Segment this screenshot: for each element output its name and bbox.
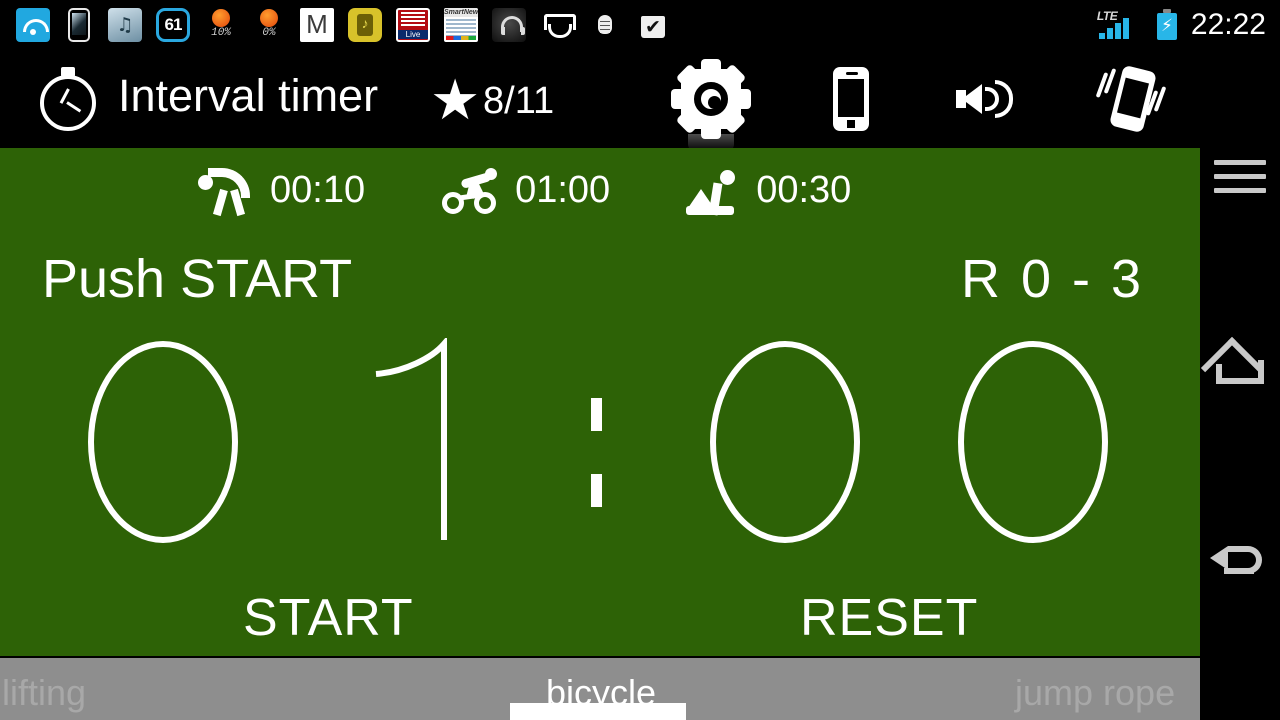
tab-active-indicator <box>510 703 686 720</box>
smartnews-icon-label: SmartNews <box>444 8 478 17</box>
home-button[interactable] <box>1200 336 1270 400</box>
status-bar: 61 10% 0% SmartNews LTE <box>0 0 1280 50</box>
bug-icon <box>588 8 622 42</box>
tab-jump-rope[interactable]: jump rope <box>1015 672 1175 714</box>
vibration-button[interactable] <box>1094 62 1168 136</box>
stretch-icon <box>196 164 258 217</box>
sound-button[interactable] <box>954 62 1028 136</box>
weather-sun-icon: 10% <box>204 8 238 42</box>
screen-button[interactable] <box>814 62 888 136</box>
smartnews-icon: SmartNews <box>444 8 478 42</box>
phone-mirror-icon <box>68 8 90 42</box>
status-text: Push START <box>42 249 353 309</box>
weather-sun-icon-2-label: 0% <box>262 27 276 39</box>
timer-digit-0 <box>78 338 248 546</box>
phase-time-stretch: 00:10 <box>270 168 366 211</box>
timer-digit-1 <box>358 338 528 546</box>
timer-digit-3 <box>948 338 1118 546</box>
signal-icon: LTE <box>1097 8 1143 42</box>
phase-item-situp[interactable]: 00:30 <box>682 164 851 216</box>
wifi-icon <box>16 8 50 42</box>
phase-time-bicycle: 01:00 <box>515 168 611 211</box>
bicycle-icon <box>441 164 503 216</box>
cart-icon <box>540 8 576 42</box>
ntv-news-icon <box>396 8 430 42</box>
phase-item-stretch[interactable]: 00:10 <box>196 164 366 217</box>
status-notification-icons: 61 10% 0% SmartNews <box>16 0 670 50</box>
settings-button[interactable] <box>671 59 751 152</box>
timer-digit-2 <box>700 338 870 546</box>
battery-percent-icon: 61 <box>156 8 190 42</box>
signal-bars <box>1098 18 1129 39</box>
status-system-icons: LTE ⚡ 22:22 <box>1097 0 1266 50</box>
app-bar: Interval timer ★ 8/11 <box>0 50 1200 152</box>
menu-button[interactable] <box>1214 160 1266 200</box>
phase-item-bicycle[interactable]: 01:00 <box>441 164 610 216</box>
phase-list: 00:10 01:00 00:30 <box>0 158 1200 222</box>
weather-sun-icon-2: 0% <box>252 8 286 42</box>
weather-sun-icon-label: 10% <box>211 27 231 39</box>
phase-time-situp: 00:30 <box>756 168 852 211</box>
health-app-icon <box>348 8 382 42</box>
system-nav-bar <box>1200 148 1280 720</box>
screen: 61 10% 0% SmartNews LTE <box>0 0 1280 720</box>
timer-separator <box>585 366 611 526</box>
round-counter: R 0 - 3 <box>960 249 1144 309</box>
status-clock: 22:22 <box>1190 8 1266 41</box>
back-button[interactable] <box>1210 540 1270 588</box>
store-check-icon <box>636 8 670 42</box>
timer-screen: 00:10 01:00 00:30 Push START R 0 - 3 STA… <box>0 148 1200 656</box>
gmail-icon <box>300 8 334 42</box>
app-bar-actions <box>671 50 1168 152</box>
timer-display <box>0 338 1200 578</box>
stopwatch-icon <box>40 67 102 131</box>
tab-lifting[interactable]: lifting <box>2 672 86 714</box>
page-title: Interval timer <box>118 70 379 121</box>
reset-button[interactable]: RESET <box>800 588 978 648</box>
situp-icon <box>682 164 744 216</box>
star-icon: ★ <box>430 68 481 133</box>
battery-icon: ⚡ <box>1155 8 1179 42</box>
music-app-icon <box>108 8 142 42</box>
favorite-count: 8/11 <box>483 80 555 122</box>
start-button[interactable]: START <box>243 588 414 648</box>
headphone-icon <box>492 8 526 42</box>
